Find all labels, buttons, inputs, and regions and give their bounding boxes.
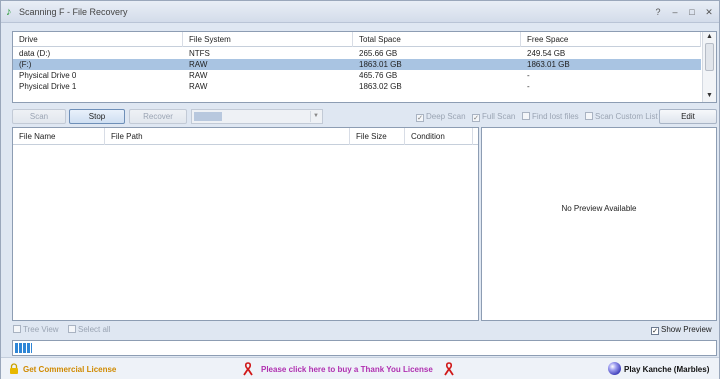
scroll-down-icon[interactable]: ▼ bbox=[703, 91, 716, 101]
maximize-button[interactable]: □ bbox=[687, 7, 697, 17]
checkbox-box bbox=[585, 112, 593, 120]
column-file-path[interactable]: File Path bbox=[105, 128, 350, 145]
progress-fill bbox=[15, 343, 32, 353]
find-lost-files-checkbox[interactable]: Find lost files bbox=[522, 111, 579, 123]
app-logo-icon: ♪ bbox=[6, 6, 12, 18]
minimize-button[interactable]: – bbox=[670, 7, 680, 17]
recover-button[interactable]: Recover bbox=[129, 109, 187, 124]
drive-name: Physical Drive 0 bbox=[19, 71, 77, 80]
scan-custom-list-checkbox[interactable]: Scan Custom List bbox=[585, 111, 658, 123]
drive-total: 265.66 GB bbox=[359, 49, 398, 58]
drive-fs: RAW bbox=[189, 82, 208, 91]
full-scan-label: Full Scan bbox=[482, 112, 516, 121]
column-file-system[interactable]: File System bbox=[183, 32, 353, 47]
window-title: Scanning F - File Recovery bbox=[19, 7, 128, 17]
select-all-checkbox[interactable]: Select all bbox=[68, 324, 110, 336]
find-lost-files-label: Find lost files bbox=[532, 112, 579, 121]
file-recovery-window: ♪ Scanning F - File Recovery ? – □ ✕ Dri… bbox=[0, 0, 720, 379]
drive-total: 465.76 GB bbox=[359, 71, 398, 80]
footer-bar: Get Commercial License Please click here… bbox=[1, 357, 719, 379]
lock-icon bbox=[10, 363, 18, 374]
column-file-name[interactable]: File Name bbox=[13, 128, 105, 145]
scroll-up-icon[interactable]: ▲ bbox=[703, 32, 716, 42]
column-condition[interactable]: Condition bbox=[405, 128, 473, 145]
drive-free: - bbox=[527, 71, 530, 80]
dropdown-selected-value bbox=[194, 112, 222, 121]
drive-row[interactable]: data (D:) NTFS 265.66 GB 249.54 GB bbox=[13, 48, 701, 59]
drive-row[interactable]: Physical Drive 0 RAW 465.76 GB - bbox=[13, 70, 701, 81]
help-button[interactable]: ? bbox=[653, 7, 663, 17]
drive-list[interactable]: Drive File System Total Space Free Space… bbox=[12, 31, 717, 103]
drive-list-scrollbar[interactable]: ▲ ▼ bbox=[702, 32, 716, 102]
drive-total: 1863.01 GB bbox=[359, 60, 402, 69]
marble-icon bbox=[608, 362, 621, 375]
checkbox-box bbox=[68, 325, 76, 333]
file-list[interactable]: File Name File Path File Size Condition bbox=[12, 127, 479, 321]
drive-total: 1863.02 GB bbox=[359, 82, 402, 91]
checkbox-box bbox=[13, 325, 21, 333]
scan-progress-bar bbox=[12, 340, 717, 356]
scan-custom-list-label: Scan Custom List bbox=[595, 112, 658, 121]
preview-panel: No Preview Available bbox=[481, 127, 717, 321]
edit-button[interactable]: Edit bbox=[659, 109, 717, 124]
column-drive[interactable]: Drive bbox=[13, 32, 183, 47]
get-commercial-license-link[interactable]: Get Commercial License bbox=[23, 365, 116, 374]
drive-free: 249.54 GB bbox=[527, 49, 566, 58]
column-file-size[interactable]: File Size bbox=[350, 128, 405, 145]
chevron-down-icon[interactable]: ▼ bbox=[310, 111, 321, 122]
drive-free: - bbox=[527, 82, 530, 91]
show-preview-checkbox[interactable]: ✓ Show Preview bbox=[651, 324, 712, 336]
checkbox-box bbox=[522, 112, 530, 120]
column-free-space[interactable]: Free Space bbox=[521, 32, 701, 47]
file-list-header: File Name File Path File Size Condition bbox=[13, 128, 478, 145]
drive-name: Physical Drive 1 bbox=[19, 82, 77, 91]
deep-scan-checkbox[interactable]: ✓ Deep Scan bbox=[416, 111, 466, 123]
scan-button[interactable]: Scan bbox=[12, 109, 66, 124]
preview-message: No Preview Available bbox=[561, 204, 637, 213]
client-area: Drive File System Total Space Free Space… bbox=[5, 27, 717, 375]
ribbon-icon bbox=[243, 362, 253, 376]
tree-view-label: Tree View bbox=[23, 325, 59, 334]
select-all-label: Select all bbox=[78, 325, 111, 334]
play-kanche-link[interactable]: Play Kanche (Marbles) bbox=[624, 365, 709, 374]
drive-row-selected[interactable]: (F:) RAW 1863.01 GB 1863.01 GB bbox=[13, 59, 701, 70]
drive-list-header: Drive File System Total Space Free Space bbox=[13, 32, 701, 47]
show-preview-label: Show Preview bbox=[661, 325, 712, 334]
full-scan-checkbox[interactable]: ✓ Full Scan bbox=[472, 111, 515, 123]
checkbox-box: ✓ bbox=[651, 327, 659, 335]
tree-view-checkbox[interactable]: Tree View bbox=[13, 324, 59, 336]
drive-name: (F:) bbox=[19, 60, 32, 69]
drive-free: 1863.01 GB bbox=[527, 60, 570, 69]
drive-fs: NTFS bbox=[189, 49, 210, 58]
ribbon-icon bbox=[444, 362, 454, 376]
recover-target-dropdown[interactable]: ▼ bbox=[191, 109, 323, 124]
drive-name: data (D:) bbox=[19, 49, 51, 58]
deep-scan-label: Deep Scan bbox=[426, 112, 466, 121]
stop-button[interactable]: Stop bbox=[69, 109, 125, 124]
buy-thank-you-license-link[interactable]: Please click here to buy a Thank You Lic… bbox=[261, 365, 433, 374]
column-total-space[interactable]: Total Space bbox=[353, 32, 521, 47]
drive-fs: RAW bbox=[189, 71, 208, 80]
drive-fs: RAW bbox=[189, 60, 208, 69]
drive-row[interactable]: Physical Drive 1 RAW 1863.02 GB - bbox=[13, 81, 701, 92]
checkbox-box: ✓ bbox=[472, 114, 480, 122]
title-bar: ♪ Scanning F - File Recovery ? – □ ✕ bbox=[1, 1, 719, 23]
scroll-thumb[interactable] bbox=[705, 43, 714, 71]
checkbox-box: ✓ bbox=[416, 114, 424, 122]
close-button[interactable]: ✕ bbox=[704, 7, 714, 17]
